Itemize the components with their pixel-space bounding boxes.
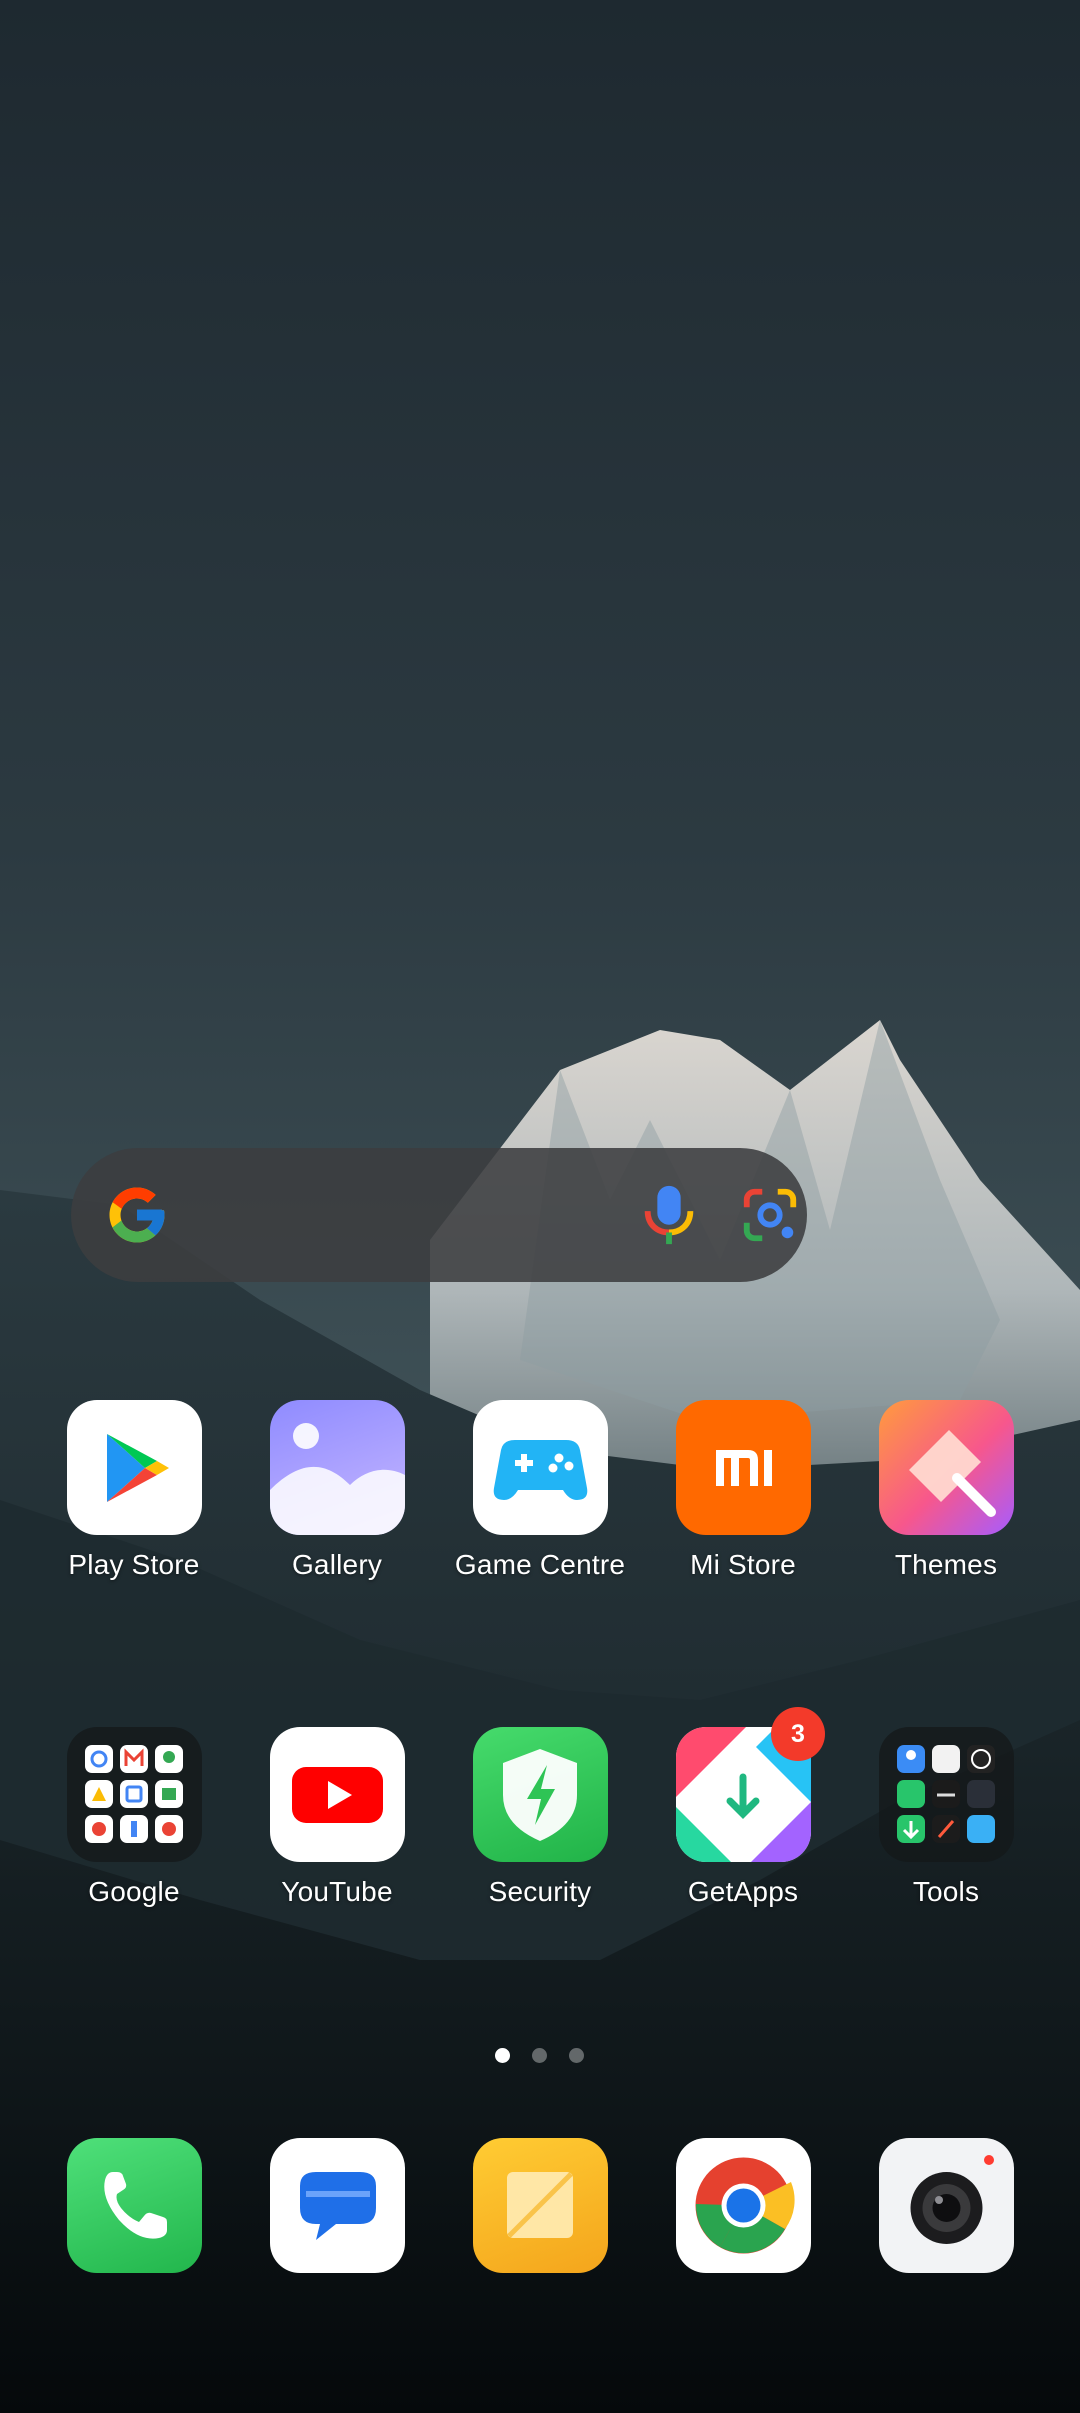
dock-camera[interactable] <box>846 2138 1046 2273</box>
app-label: YouTube <box>281 1876 393 1907</box>
mic-icon[interactable] <box>639 1182 699 1248</box>
phone-icon <box>103 2172 167 2239</box>
google-lens-icon[interactable] <box>739 1184 801 1246</box>
mi-logo-icon <box>715 1450 772 1486</box>
google-g-icon <box>109 1187 165 1243</box>
google-folder-icon <box>84 1745 183 1843</box>
app-label: Game Centre <box>454 1549 626 1580</box>
notification-badge: 3 <box>771 1707 825 1761</box>
gallery-icon <box>269 1423 405 1535</box>
dock-notes[interactable] <box>440 2138 640 2273</box>
gamepad-icon <box>493 1440 587 1500</box>
app-label: Themes <box>894 1549 998 1580</box>
page-indicator <box>495 2048 585 2066</box>
app-play-store[interactable]: Play Store <box>34 1400 234 1581</box>
folder-tools[interactable]: Tools <box>846 1727 1046 1908</box>
app-label: Gallery <box>291 1549 383 1580</box>
play-store-icon <box>106 1434 169 1502</box>
app-game-centre[interactable]: Game Centre <box>440 1400 640 1581</box>
notes-icon <box>506 2172 573 2238</box>
app-mi-store[interactable]: Mi Store <box>643 1400 843 1581</box>
app-label: GetApps <box>687 1876 799 1907</box>
dock-phone[interactable] <box>34 2138 234 2273</box>
dock-messages[interactable] <box>237 2138 437 2273</box>
app-gallery[interactable]: Gallery <box>237 1400 437 1581</box>
shield-bolt-icon <box>502 1749 577 1841</box>
app-label: Security <box>488 1876 592 1907</box>
page-dot <box>569 2048 584 2063</box>
paintbrush-icon <box>908 1430 996 1517</box>
google-search-widget[interactable] <box>71 1148 807 1282</box>
app-themes[interactable]: Themes <box>846 1400 1046 1581</box>
messages-icon <box>299 2172 376 2240</box>
dock-chrome[interactable] <box>643 2138 843 2273</box>
app-label: Tools <box>912 1876 980 1907</box>
tools-folder-icon <box>896 1745 995 1843</box>
app-label: Google <box>88 1876 180 1907</box>
camera-icon <box>910 2155 994 2244</box>
app-youtube[interactable]: YouTube <box>237 1727 437 1908</box>
folder-google[interactable]: Google <box>34 1727 234 1908</box>
app-label: Mi Store <box>690 1549 796 1580</box>
page-dot-active <box>495 2048 510 2063</box>
youtube-icon <box>291 1767 383 1823</box>
page-dot <box>532 2048 547 2063</box>
app-security[interactable]: Security <box>440 1727 640 1908</box>
chrome-icon <box>695 2157 795 2254</box>
app-label: Play Store <box>68 1549 200 1580</box>
